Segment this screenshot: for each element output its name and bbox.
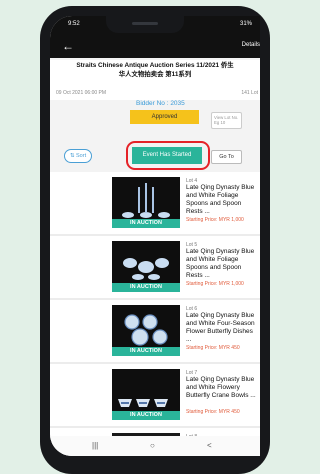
lot-title: Late Qing Dynasty Blue and White Foliage… bbox=[186, 248, 255, 279]
starting-price: Starting Price: MYR 1,000 bbox=[186, 217, 244, 223]
app-screen: 9:52 31% ← Details Straits Chinese Antiq… bbox=[50, 16, 260, 456]
lot-card[interactable]: IN AUCTION Lot 6 Late Qing Dynasty Blue an… bbox=[50, 300, 260, 364]
system-nav-bar: ||| ○ < bbox=[50, 436, 260, 456]
lot-title: Late Qing Dynasty Blue and White Four-Se… bbox=[186, 312, 255, 343]
approved-badge: Approved bbox=[130, 110, 199, 124]
auction-title: Straits Chinese Antique Auction Series 1… bbox=[50, 60, 260, 88]
in-auction-badge: IN AUCTION bbox=[112, 411, 180, 420]
in-auction-badge: IN AUCTION bbox=[112, 347, 180, 356]
sort-button[interactable]: ⇅ Sort bbox=[64, 149, 92, 163]
back-icon[interactable]: < bbox=[207, 441, 212, 450]
go-to-button[interactable]: Go To bbox=[211, 150, 242, 164]
starting-price: Starting Price: MYR 450 bbox=[186, 409, 240, 415]
auction-dates: 09 Oct 2021 06:00 PM 141 Lot bbox=[50, 88, 260, 100]
in-auction-badge: IN AUCTION bbox=[112, 219, 180, 228]
auction-title-line2: 华人文物拍卖会 第11系列 bbox=[118, 70, 192, 78]
status-time: 9:52 bbox=[68, 21, 80, 27]
auction-date: 09 Oct 2021 06:00 PM bbox=[56, 90, 107, 96]
details-link[interactable]: Details bbox=[242, 42, 260, 48]
auction-title-line1: Straits Chinese Antique Auction Series 1… bbox=[76, 62, 234, 69]
arrow-left-icon[interactable]: ← bbox=[62, 39, 74, 53]
event-started-button[interactable]: Event Has Started bbox=[132, 147, 202, 164]
app-bar: ← Details bbox=[50, 36, 260, 58]
lot-title: Late Qing Dynasty Blue and White Flowery… bbox=[186, 376, 256, 399]
sort-label: Sort bbox=[76, 153, 87, 159]
starting-price: Starting Price: MYR 1,000 bbox=[186, 281, 244, 287]
view-lot-input[interactable]: View Lot No. Eg 10 bbox=[211, 112, 242, 129]
lot-card[interactable]: IN AUCTION Lot 4 Late Qing Dynasty Blue an… bbox=[50, 172, 260, 236]
bidder-number: Bidder No : 2035 bbox=[136, 100, 185, 107]
lot-count: 141 Lot bbox=[241, 90, 258, 96]
recents-icon[interactable]: ||| bbox=[92, 441, 98, 450]
phone-notch bbox=[106, 16, 184, 33]
lot-title: Late Qing Dynasty Blue and White Foliage… bbox=[186, 184, 255, 215]
starting-price: Starting Price: MYR 450 bbox=[186, 345, 240, 351]
home-icon[interactable]: ○ bbox=[150, 441, 155, 450]
sort-icon: ⇅ bbox=[69, 153, 75, 159]
lot-card[interactable]: IN AUCTION Lot 7 Late Qing Dynasty Blue an… bbox=[50, 364, 260, 428]
battery-indicator: 31% bbox=[239, 21, 252, 27]
in-auction-badge: IN AUCTION bbox=[112, 283, 180, 292]
lot-card[interactable]: IN AUCTION Lot 5 Late Qing Dynasty Blue an… bbox=[50, 236, 260, 300]
